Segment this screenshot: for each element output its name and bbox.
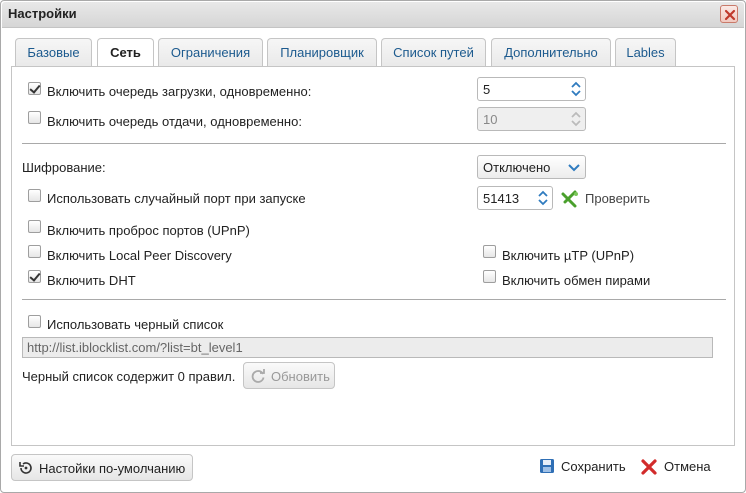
upnp-checkbox[interactable] <box>28 220 41 233</box>
random-port-label: Использовать случайный порт при запуске <box>47 191 306 206</box>
download-queue-checkbox[interactable] <box>28 82 41 95</box>
upload-queue-checkbox[interactable] <box>28 111 41 124</box>
chevron-down-icon <box>568 164 580 172</box>
random-port-checkbox[interactable] <box>28 189 41 202</box>
download-queue-stepper[interactable]: 5 <box>477 77 586 101</box>
divider <box>22 299 726 300</box>
lpd-checkbox[interactable] <box>28 245 41 258</box>
lpd-label: Включить Local Peer Discovery <box>47 248 232 263</box>
download-queue-label: Включить очередь загрузки, одновременно: <box>47 84 312 99</box>
save-button[interactable]: Сохранить <box>539 458 631 476</box>
tab-network[interactable]: Сеть <box>97 38 154 68</box>
download-queue-value: 5 <box>483 82 491 97</box>
blocklist-label: Использовать черный список <box>47 317 224 332</box>
encryption-value: Отключено <box>483 160 551 175</box>
refresh-icon <box>251 369 265 383</box>
title-bar: Настройки <box>2 2 744 28</box>
dht-checkbox[interactable] <box>28 270 41 283</box>
blocklist-url-field[interactable]: http://list.iblocklist.com/?list=bt_leve… <box>22 337 713 358</box>
tab-labels[interactable]: Lables <box>615 38 676 67</box>
blocklist-checkbox[interactable] <box>28 315 41 328</box>
restore-defaults-label: Настойки по-умолчанию <box>39 461 186 476</box>
save-icon <box>540 459 554 473</box>
blocklist-info: Черный список содержит 0 правил. <box>22 369 236 384</box>
stepper-arrows-icon[interactable] <box>570 79 582 99</box>
upload-queue-stepper[interactable]: 10 <box>477 107 586 131</box>
blocklist-url-value: http://list.iblocklist.com/?list=bt_leve… <box>27 340 243 355</box>
update-blocklist-label: Обновить <box>271 369 330 384</box>
restore-icon <box>19 462 32 474</box>
upload-queue-value: 10 <box>483 112 498 127</box>
pex-label: Включить обмен пирами <box>502 273 651 288</box>
check-port-button[interactable]: Проверить <box>561 190 656 208</box>
upload-queue-label: Включить очередь отдачи, одновременно: <box>47 114 302 129</box>
encryption-select[interactable]: Отключено <box>477 155 586 179</box>
tab-basic[interactable]: Базовые <box>15 38 92 67</box>
stepper-arrows-icon[interactable] <box>570 109 582 129</box>
divider <box>22 143 726 144</box>
port-value: 51413 <box>483 191 520 206</box>
cancel-label: Отмена <box>664 459 711 474</box>
tab-advanced[interactable]: Дополнительно <box>491 38 611 67</box>
utp-checkbox[interactable] <box>483 245 496 258</box>
check-port-label: Проверить <box>585 191 651 206</box>
check-port-icon <box>561 190 578 208</box>
tab-scheduler[interactable]: Планировщик <box>267 38 377 67</box>
update-blocklist-button[interactable]: Обновить <box>243 362 335 389</box>
encryption-label: Шифрование: <box>22 160 106 175</box>
stepper-arrows-icon[interactable] <box>537 188 549 208</box>
utp-label: Включить µTP (UPnP) <box>502 248 635 263</box>
upnp-label: Включить проброс портов (UPnP) <box>47 223 250 238</box>
port-stepper[interactable]: 51413 <box>477 186 553 210</box>
close-button[interactable] <box>720 5 738 23</box>
cancel-button[interactable]: Отмена <box>640 458 720 476</box>
restore-defaults-button[interactable]: Настойки по-умолчанию <box>11 454 193 481</box>
network-panel: Включить очередь загрузки, одновременно:… <box>11 66 735 446</box>
pex-checkbox[interactable] <box>483 270 496 283</box>
dialog-title: Настройки <box>8 6 77 21</box>
tab-limits[interactable]: Ограничения <box>158 38 263 67</box>
close-icon <box>724 9 736 21</box>
dht-label: Включить DHT <box>47 273 136 288</box>
save-label: Сохранить <box>561 459 626 474</box>
settings-dialog: Настройки Базовые Сеть Ограничения Плани… <box>0 0 746 493</box>
cancel-icon <box>641 459 657 475</box>
tab-paths[interactable]: Список путей <box>381 38 486 67</box>
